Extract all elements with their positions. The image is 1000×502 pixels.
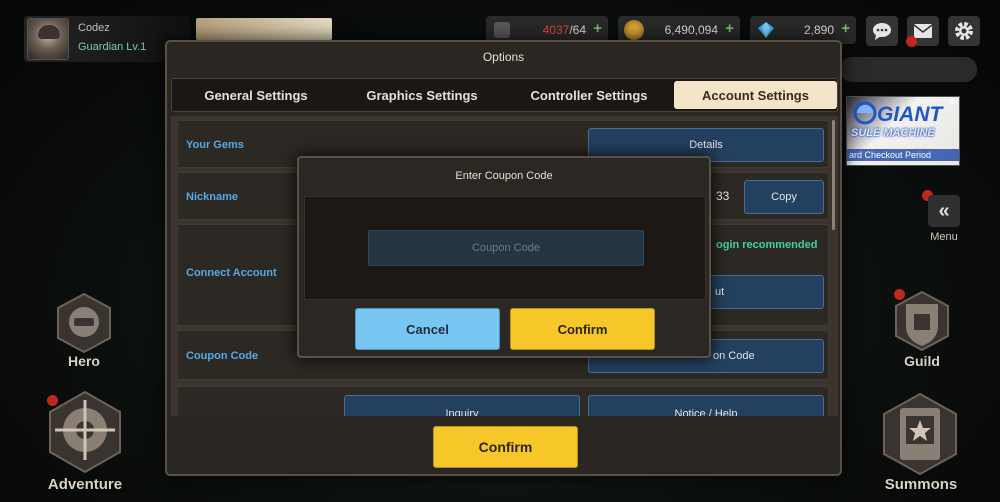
player-avatar[interactable] xyxy=(27,18,69,60)
coupon-dialog-title: Enter Coupon Code xyxy=(455,170,553,182)
coupon-cancel-button[interactable]: Cancel xyxy=(355,308,500,350)
guild-nav-button[interactable] xyxy=(890,290,954,354)
player-level: Guardian Lv.1 xyxy=(78,41,147,53)
gems-label: Your Gems xyxy=(186,139,244,151)
castle-shield-icon xyxy=(895,290,949,352)
coffee-cup-icon xyxy=(494,22,510,38)
coupon-code-input[interactable] xyxy=(368,230,644,266)
banner-period: ard Checkout Period xyxy=(847,149,959,161)
summons-nav-button[interactable] xyxy=(874,390,966,480)
hero-helmet-icon xyxy=(57,292,111,354)
settings-scrollbar[interactable] xyxy=(832,120,835,230)
options-confirm-button[interactable]: Confirm xyxy=(433,426,578,468)
enter-coupon-button-label: on Code xyxy=(713,350,755,362)
player-name: Codez xyxy=(78,22,110,34)
connect-account-label: Connect Account xyxy=(186,267,277,279)
connect-account-button-label: ut xyxy=(715,286,725,298)
tab-account-settings[interactable]: Account Settings xyxy=(674,81,837,109)
coupon-confirm-button[interactable]: Confirm xyxy=(510,308,655,350)
capsule-icon xyxy=(853,101,877,125)
compass-ship-icon xyxy=(49,390,121,474)
summon-box-icon xyxy=(883,392,957,476)
stamina-current: 4037 xyxy=(542,23,570,37)
mail-notification-dot xyxy=(906,36,917,47)
tab-graphics-settings[interactable]: Graphics Settings xyxy=(340,81,504,109)
support-row: Inquiry Notice / Help xyxy=(177,386,829,416)
giant-capsule-banner[interactable]: GIANT SULE MACHINE ard Checkout Period ✕ xyxy=(846,96,960,166)
guild-label: Guild xyxy=(904,353,940,369)
tab-controller-settings[interactable]: Controller Settings xyxy=(506,81,672,109)
gear-icon xyxy=(955,22,973,40)
chat-button[interactable] xyxy=(866,16,898,46)
banner-close-icon[interactable]: ✕ xyxy=(948,97,956,108)
nickname-id: 33 xyxy=(716,189,730,203)
summons-label: Summons xyxy=(884,476,958,493)
event-banner-top[interactable] xyxy=(196,18,332,40)
copy-nickname-button[interactable]: Copy xyxy=(744,180,824,214)
diamond-gem-icon xyxy=(756,20,776,40)
stamina-add-button[interactable]: + xyxy=(593,20,602,37)
hero-nav-button[interactable] xyxy=(52,292,116,356)
notice-help-button[interactable]: Notice / Help xyxy=(588,395,824,416)
coupon-code-label: Coupon Code xyxy=(186,350,259,362)
banner-subtitle: SULE MACHINE xyxy=(851,127,935,139)
nickname-label: Nickname xyxy=(186,191,238,203)
adventure-label: Adventure xyxy=(47,476,123,493)
stamina-max: /64 xyxy=(569,23,586,37)
menu-label: Menu xyxy=(930,231,958,243)
double-chevron-left-icon: « xyxy=(938,199,950,222)
gold-add-button[interactable]: + xyxy=(725,20,734,37)
adventure-nav-button[interactable] xyxy=(40,386,130,478)
coupon-code-dialog: Enter Coupon Code Cancel Confirm xyxy=(297,156,711,358)
login-recommended-text: ogin recommended xyxy=(716,239,818,251)
settings-tabs: General Settings Graphics Settings Contr… xyxy=(171,78,838,112)
menu-button[interactable]: « xyxy=(928,195,960,227)
inquiry-button[interactable]: Inquiry xyxy=(344,395,580,416)
hero-label: Hero xyxy=(68,353,100,369)
settings-button[interactable] xyxy=(948,16,980,46)
banner-title: GIANT xyxy=(877,103,943,126)
gem-add-button[interactable]: + xyxy=(841,20,850,37)
coupon-dialog-body xyxy=(304,196,706,300)
right-top-bar[interactable] xyxy=(840,57,977,82)
gold-coin-icon xyxy=(624,20,644,40)
options-title: Options xyxy=(482,50,525,64)
envelope-icon xyxy=(913,24,933,38)
gold-value: 6,490,094 xyxy=(664,23,718,37)
tab-general-settings[interactable]: General Settings xyxy=(174,81,338,109)
chat-bubble-icon xyxy=(873,23,891,40)
gem-value: 2,890 xyxy=(803,23,834,37)
